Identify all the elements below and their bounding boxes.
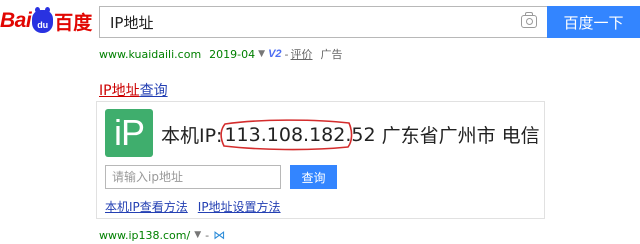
ip-address: 113.108.182.52 xyxy=(220,118,377,150)
baidu-logo[interactable]: Bai du 百度 xyxy=(0,6,92,36)
ip-query-card: iP 本机IP: 113.108.182.52 广东省广州市 电信 查询 本机I… xyxy=(96,101,545,219)
ad-label: 广告 xyxy=(320,48,343,61)
camera-icon[interactable] xyxy=(521,12,537,28)
ip-info-line: 本机IP: 113.108.182.52 广东省广州市 电信 xyxy=(161,118,540,150)
v-badge-icon[interactable]: V2 xyxy=(268,48,281,60)
link-ip-setting-method[interactable]: IP地址设置方法 xyxy=(198,198,281,215)
result-title-highlight[interactable]: IP地址 xyxy=(99,83,140,99)
comment-link[interactable]: 评价 xyxy=(291,46,313,62)
search-button[interactable]: 百度一下 xyxy=(547,6,640,38)
chevron-down-icon[interactable]: ▼ xyxy=(194,230,201,240)
search-input[interactable] xyxy=(100,7,500,37)
result-title[interactable]: IP地址查询 xyxy=(99,80,168,100)
link-view-ip-method[interactable]: 本机IP查看方法 xyxy=(105,198,188,215)
ip-logo-icon: iP xyxy=(105,109,153,157)
logo-bai-text: Bai xyxy=(0,9,32,32)
result-title-rest[interactable]: 查询 xyxy=(140,83,168,99)
help-links: 本机IP查看方法 IP地址设置方法 xyxy=(105,198,281,215)
query-button[interactable]: 查询 xyxy=(290,165,337,189)
logo-du-badge: du xyxy=(37,19,49,30)
ip-input[interactable] xyxy=(105,165,281,189)
chevron-down-icon[interactable]: ▼ xyxy=(258,49,265,59)
result-url[interactable]: www.kuaidaili.com xyxy=(99,48,201,61)
next-result-url[interactable]: www.ip138.com/ xyxy=(99,229,190,242)
ip-label: 本机IP: xyxy=(161,125,223,147)
result-date: 2019-04 xyxy=(209,47,256,61)
paw-icon: du xyxy=(32,6,54,33)
ip-location: 广东省广州市 电信 xyxy=(381,125,540,147)
logo-du-text: 百度 xyxy=(54,11,93,34)
next-result-meta: www.ip138.com/ ▼ - ⋈ xyxy=(99,228,226,242)
bow-icon: ⋈ xyxy=(213,228,226,242)
search-box xyxy=(99,6,547,38)
result-meta: www.kuaidaili.com 2019-04 ▼ V2 - 评价 广告 xyxy=(99,46,343,62)
